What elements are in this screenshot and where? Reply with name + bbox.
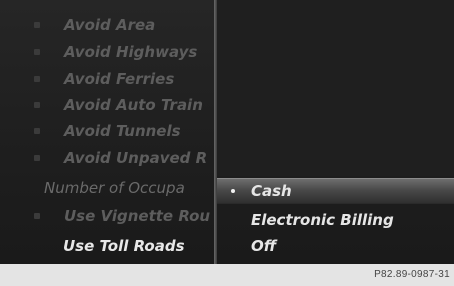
checkbox-icon <box>34 48 40 55</box>
option-cash[interactable]: Cash <box>217 178 454 204</box>
option-label: Off <box>251 237 277 255</box>
option-electronic-billing[interactable]: Electronic Billing <box>217 208 454 232</box>
checkbox-icon <box>34 75 40 82</box>
option-label: Cash <box>251 182 292 200</box>
empty-panel-area <box>217 0 454 176</box>
checkbox-icon <box>34 127 40 134</box>
option-off[interactable]: Off <box>217 234 454 258</box>
figure-footer: P82.89-0987-31 <box>0 264 454 286</box>
menu-item-label: Avoid Highways <box>64 42 198 61</box>
checkbox-icon <box>34 101 40 108</box>
figure-reference-code: P82.89-0987-31 <box>374 269 450 280</box>
menu-item-label: Use Toll Roads <box>63 236 185 255</box>
menu-item-avoid-auto-train[interactable]: Avoid Auto Train <box>0 93 214 116</box>
menu-item-avoid-unpaved-roads[interactable]: Avoid Unpaved R <box>0 146 214 169</box>
menu-item-use-toll-roads[interactable]: Use Toll Roads <box>0 234 214 257</box>
checkbox-icon <box>34 154 40 161</box>
navigation-screen: Avoid Area Avoid Highways Avoid Ferries … <box>0 0 454 264</box>
menu-item-label: Avoid Area <box>64 15 156 34</box>
menu-item-avoid-tunnels[interactable]: Avoid Tunnels <box>0 119 214 142</box>
menu-item-avoid-area[interactable]: Avoid Area <box>0 13 214 36</box>
checkbox-icon <box>34 21 40 28</box>
selected-dot-icon <box>231 189 235 193</box>
toll-payment-options: Cash Electronic Billing Off <box>217 176 454 264</box>
checkbox-icon <box>34 212 40 219</box>
menu-item-label: Avoid Unpaved R <box>64 148 208 167</box>
menu-item-use-vignette-roads[interactable]: Use Vignette Rou <box>0 204 214 227</box>
menu-item-avoid-ferries[interactable]: Avoid Ferries <box>0 67 214 90</box>
route-options-menu: Avoid Area Avoid Highways Avoid Ferries … <box>0 0 214 264</box>
menu-item-label: Avoid Ferries <box>64 69 175 88</box>
menu-item-avoid-highways[interactable]: Avoid Highways <box>0 40 214 63</box>
menu-item-number-of-occupants[interactable]: Number of Occupa <box>0 176 214 199</box>
option-label: Electronic Billing <box>251 211 394 229</box>
menu-item-label: Use Vignette Rou <box>64 206 211 225</box>
menu-item-label: Number of Occupa <box>44 178 185 197</box>
menu-item-label: Avoid Auto Train <box>64 95 203 114</box>
menu-item-label: Avoid Tunnels <box>64 121 181 140</box>
